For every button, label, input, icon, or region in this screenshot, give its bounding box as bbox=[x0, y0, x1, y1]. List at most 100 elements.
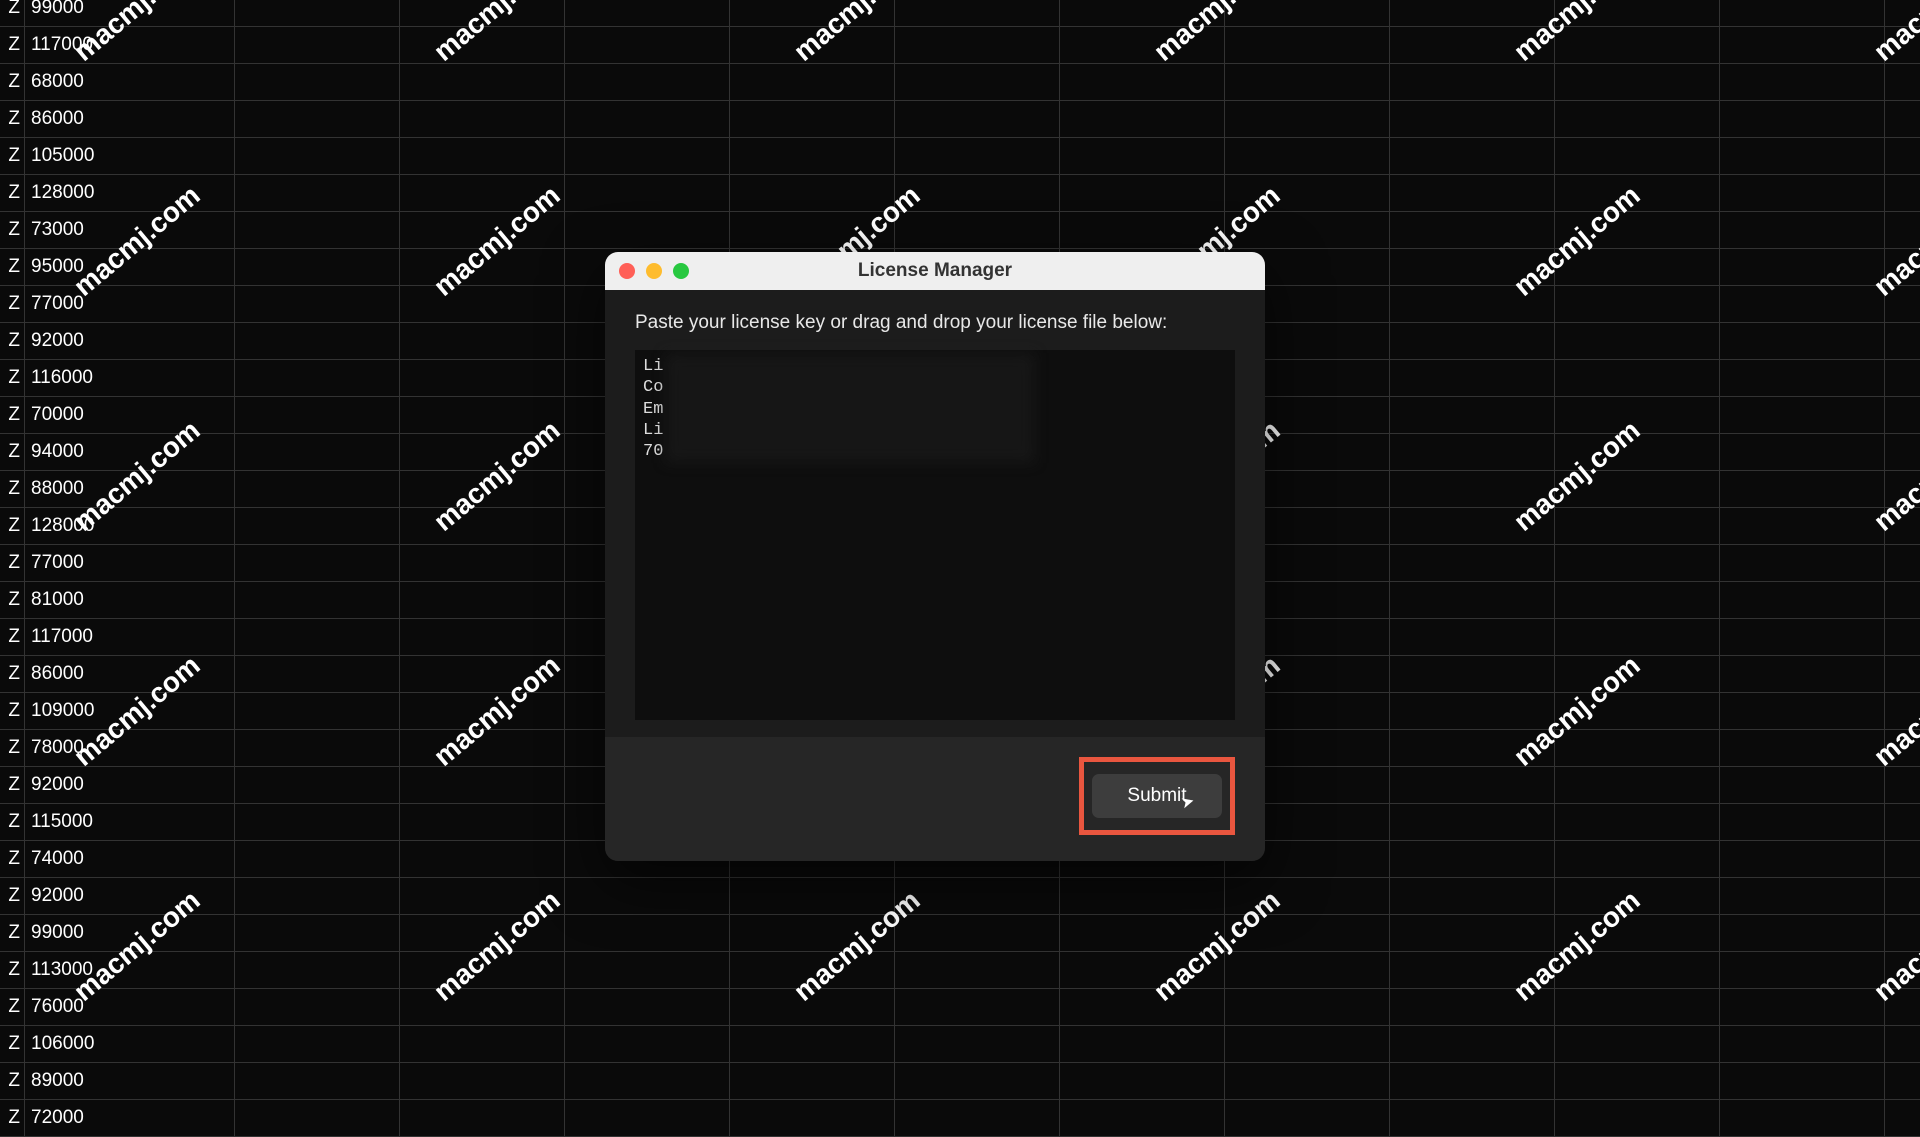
empty-cell[interactable] bbox=[1555, 64, 1720, 101]
empty-cell[interactable] bbox=[400, 360, 565, 397]
empty-cell[interactable] bbox=[1885, 286, 1920, 323]
empty-cell[interactable] bbox=[1885, 212, 1920, 249]
empty-cell[interactable] bbox=[1720, 582, 1885, 619]
empty-cell[interactable] bbox=[1555, 471, 1720, 508]
empty-cell[interactable] bbox=[1555, 915, 1720, 952]
empty-cell[interactable] bbox=[1060, 952, 1225, 989]
row-id-cell[interactable]: Z bbox=[0, 101, 25, 138]
empty-cell[interactable] bbox=[895, 27, 1060, 64]
empty-cell[interactable] bbox=[1225, 1100, 1390, 1137]
row-id-cell[interactable]: Z bbox=[0, 582, 25, 619]
empty-cell[interactable] bbox=[235, 508, 400, 545]
empty-cell[interactable] bbox=[1885, 582, 1920, 619]
empty-cell[interactable] bbox=[1720, 619, 1885, 656]
empty-cell[interactable] bbox=[1390, 212, 1555, 249]
empty-cell[interactable] bbox=[730, 878, 895, 915]
value-cell[interactable]: 92000 bbox=[25, 767, 235, 804]
empty-cell[interactable] bbox=[730, 952, 895, 989]
empty-cell[interactable] bbox=[235, 175, 400, 212]
empty-cell[interactable] bbox=[235, 989, 400, 1026]
empty-cell[interactable] bbox=[730, 915, 895, 952]
empty-cell[interactable] bbox=[1720, 1063, 1885, 1100]
value-cell[interactable]: 74000 bbox=[25, 841, 235, 878]
empty-cell[interactable] bbox=[1885, 1063, 1920, 1100]
empty-cell[interactable] bbox=[1555, 101, 1720, 138]
titlebar[interactable]: License Manager bbox=[605, 252, 1265, 290]
empty-cell[interactable] bbox=[1885, 841, 1920, 878]
empty-cell[interactable] bbox=[730, 27, 895, 64]
row-id-cell[interactable]: Z bbox=[0, 249, 25, 286]
row-id-cell[interactable]: Z bbox=[0, 508, 25, 545]
empty-cell[interactable] bbox=[1060, 212, 1225, 249]
value-cell[interactable]: 92000 bbox=[25, 878, 235, 915]
row-id-cell[interactable]: Z bbox=[0, 767, 25, 804]
empty-cell[interactable] bbox=[235, 545, 400, 582]
empty-cell[interactable] bbox=[1225, 175, 1390, 212]
empty-cell[interactable] bbox=[1390, 101, 1555, 138]
empty-cell[interactable] bbox=[1390, 656, 1555, 693]
value-cell[interactable]: 68000 bbox=[25, 64, 235, 101]
empty-cell[interactable] bbox=[565, 27, 730, 64]
empty-cell[interactable] bbox=[1720, 952, 1885, 989]
empty-cell[interactable] bbox=[1060, 878, 1225, 915]
empty-cell[interactable] bbox=[1390, 730, 1555, 767]
value-cell[interactable]: 70000 bbox=[25, 397, 235, 434]
empty-cell[interactable] bbox=[1225, 101, 1390, 138]
row-id-cell[interactable]: Z bbox=[0, 397, 25, 434]
empty-cell[interactable] bbox=[730, 1063, 895, 1100]
empty-cell[interactable] bbox=[1885, 249, 1920, 286]
empty-cell[interactable] bbox=[1885, 323, 1920, 360]
empty-cell[interactable] bbox=[565, 175, 730, 212]
empty-cell[interactable] bbox=[1720, 27, 1885, 64]
empty-cell[interactable] bbox=[1555, 175, 1720, 212]
empty-cell[interactable] bbox=[1720, 656, 1885, 693]
empty-cell[interactable] bbox=[400, 804, 565, 841]
empty-cell[interactable] bbox=[1720, 693, 1885, 730]
empty-cell[interactable] bbox=[400, 286, 565, 323]
value-cell[interactable]: 77000 bbox=[25, 286, 235, 323]
empty-cell[interactable] bbox=[1555, 323, 1720, 360]
row-id-cell[interactable]: Z bbox=[0, 138, 25, 175]
empty-cell[interactable] bbox=[400, 656, 565, 693]
empty-cell[interactable] bbox=[1720, 0, 1885, 27]
empty-cell[interactable] bbox=[730, 1026, 895, 1063]
empty-cell[interactable] bbox=[400, 915, 565, 952]
value-cell[interactable]: 78000 bbox=[25, 730, 235, 767]
row-id-cell[interactable]: Z bbox=[0, 952, 25, 989]
empty-cell[interactable] bbox=[1885, 0, 1920, 27]
empty-cell[interactable] bbox=[235, 1026, 400, 1063]
empty-cell[interactable] bbox=[1225, 27, 1390, 64]
empty-cell[interactable] bbox=[1555, 693, 1720, 730]
empty-cell[interactable] bbox=[1555, 730, 1720, 767]
empty-cell[interactable] bbox=[400, 767, 565, 804]
row-id-cell[interactable]: Z bbox=[0, 1026, 25, 1063]
empty-cell[interactable] bbox=[1555, 1100, 1720, 1137]
empty-cell[interactable] bbox=[1885, 64, 1920, 101]
row-id-cell[interactable]: Z bbox=[0, 323, 25, 360]
empty-cell[interactable] bbox=[1225, 212, 1390, 249]
empty-cell[interactable] bbox=[565, 915, 730, 952]
empty-cell[interactable] bbox=[1555, 286, 1720, 323]
row-id-cell[interactable]: Z bbox=[0, 656, 25, 693]
empty-cell[interactable] bbox=[1555, 619, 1720, 656]
empty-cell[interactable] bbox=[1720, 286, 1885, 323]
empty-cell[interactable] bbox=[1390, 175, 1555, 212]
empty-cell[interactable] bbox=[235, 101, 400, 138]
value-cell[interactable]: 86000 bbox=[25, 101, 235, 138]
empty-cell[interactable] bbox=[400, 434, 565, 471]
empty-cell[interactable] bbox=[1390, 471, 1555, 508]
empty-cell[interactable] bbox=[565, 101, 730, 138]
empty-cell[interactable] bbox=[235, 323, 400, 360]
empty-cell[interactable] bbox=[400, 471, 565, 508]
empty-cell[interactable] bbox=[1885, 138, 1920, 175]
empty-cell[interactable] bbox=[400, 101, 565, 138]
empty-cell[interactable] bbox=[1720, 989, 1885, 1026]
empty-cell[interactable] bbox=[1555, 360, 1720, 397]
empty-cell[interactable] bbox=[1390, 1026, 1555, 1063]
empty-cell[interactable] bbox=[1390, 1100, 1555, 1137]
empty-cell[interactable] bbox=[235, 582, 400, 619]
value-cell[interactable]: 94000 bbox=[25, 434, 235, 471]
empty-cell[interactable] bbox=[1720, 730, 1885, 767]
empty-cell[interactable] bbox=[1225, 952, 1390, 989]
empty-cell[interactable] bbox=[1720, 471, 1885, 508]
